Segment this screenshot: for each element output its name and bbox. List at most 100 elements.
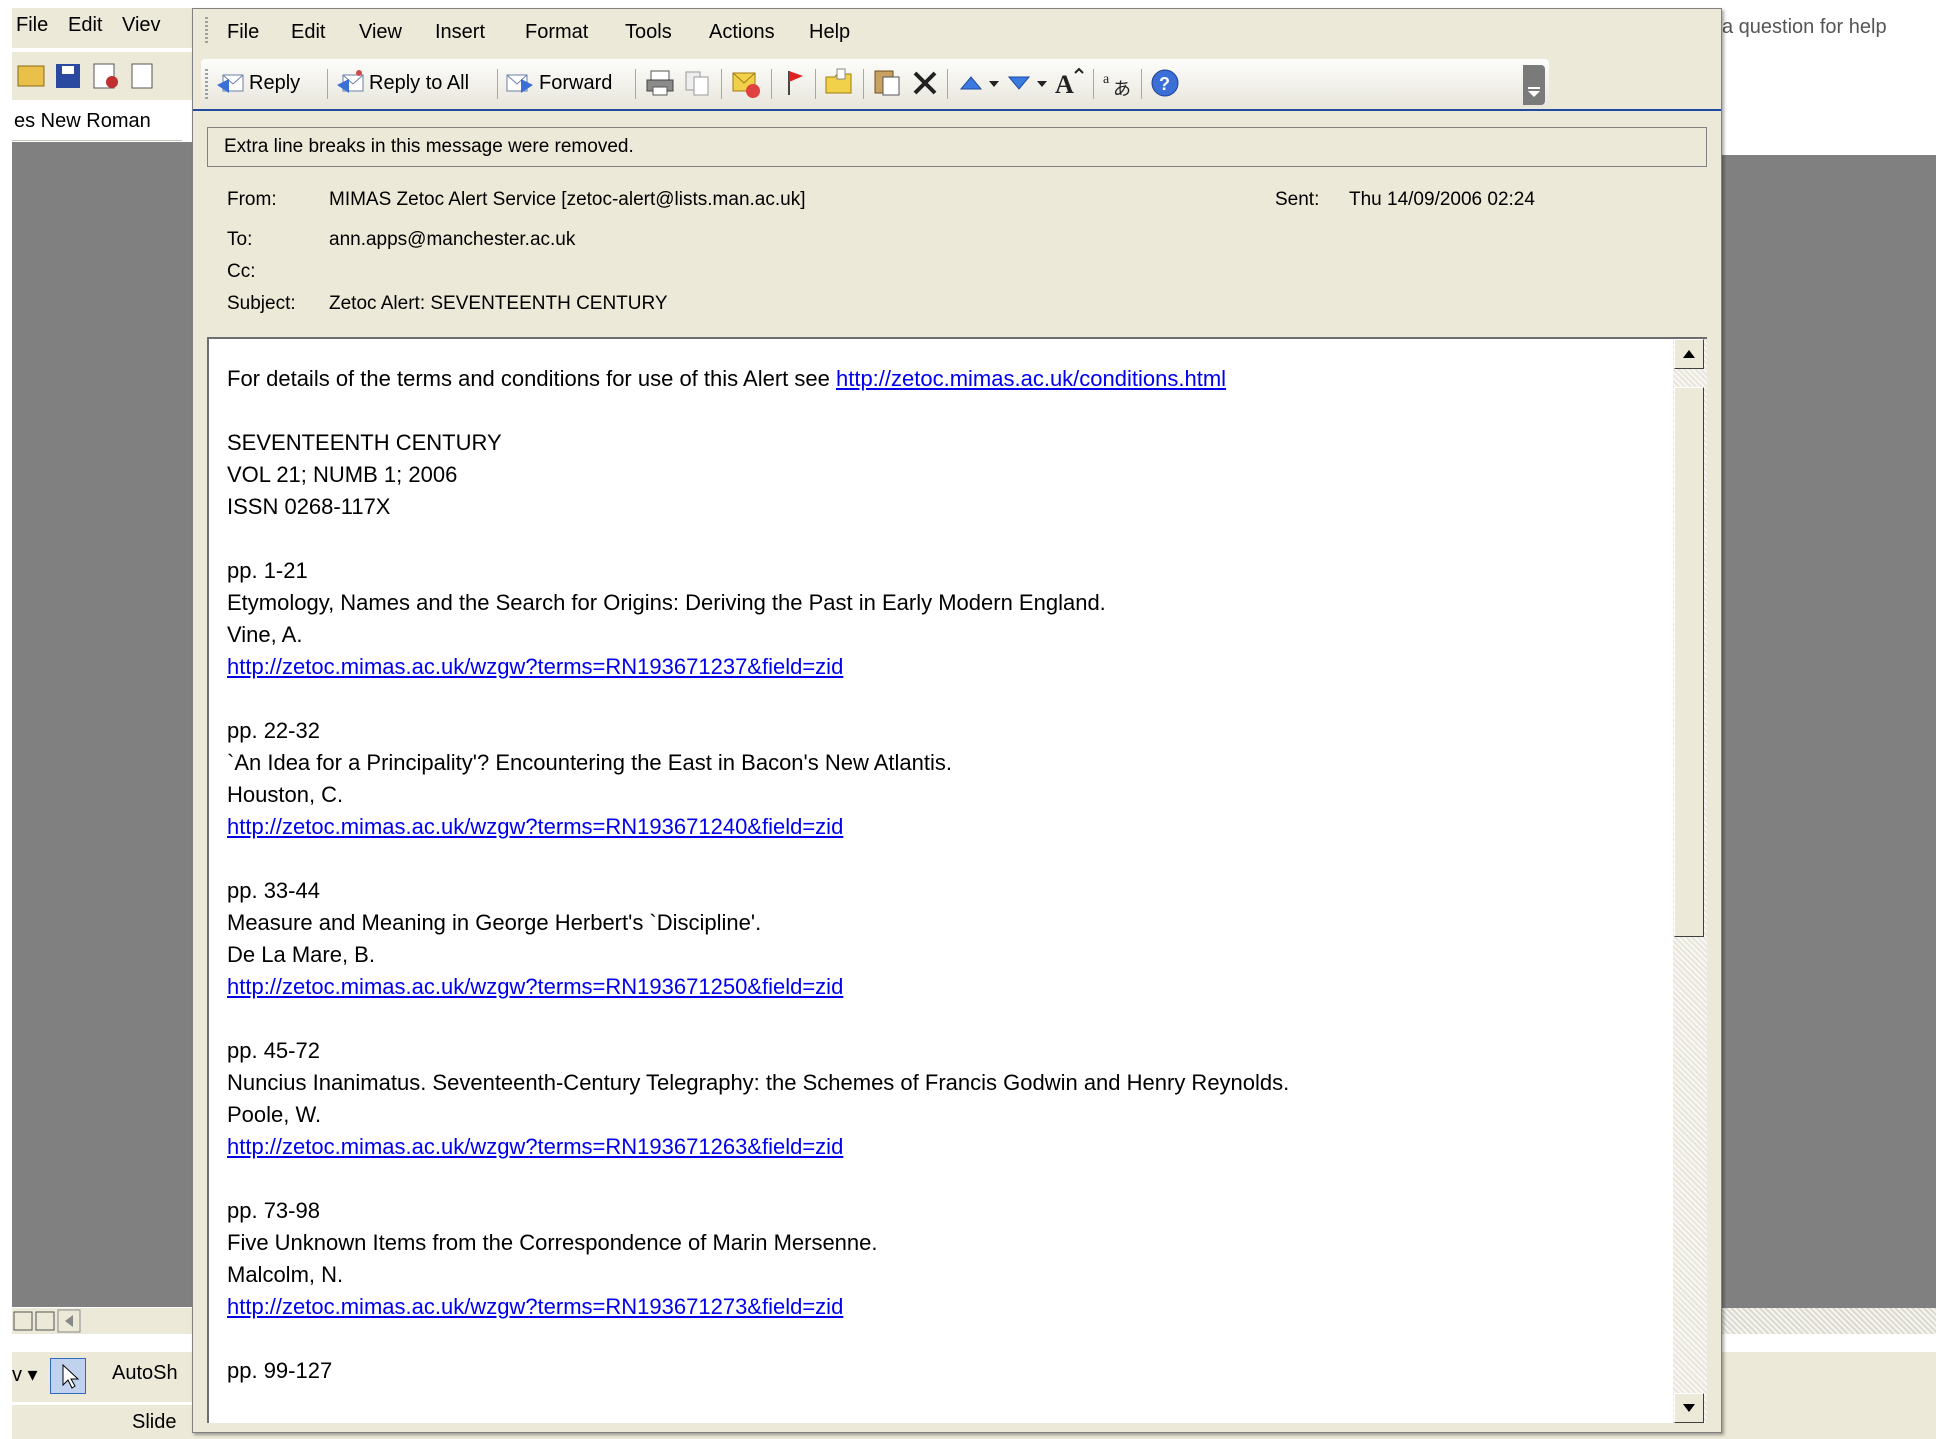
journal-volume: VOL 21; NUMB 1; 2006	[227, 462, 458, 487]
move-to-folder-icon[interactable]	[729, 67, 763, 99]
scroll-left-icon[interactable]	[57, 1309, 81, 1333]
select-objects-icon[interactable]	[50, 1358, 86, 1394]
article-link[interactable]: http://zetoc.mimas.ac.uk/wzgw?terms=RN19…	[227, 1294, 843, 1319]
view-buttons	[13, 1309, 81, 1333]
scroll-down-button[interactable]	[1674, 1393, 1704, 1423]
horizontal-scrollbar-track[interactable]	[1722, 1308, 1936, 1334]
chevron-down-icon[interactable]	[987, 73, 1001, 93]
info-bar-text: Extra line breaks in this message were r…	[224, 136, 634, 157]
from-value[interactable]: MIMAS Zetoc Alert Service [zetoc-alert@l…	[329, 189, 805, 211]
svg-text:あ: あ	[1113, 79, 1131, 99]
translate-icon[interactable]: a あ	[1101, 67, 1135, 99]
message-menubar: File Edit View Insert Format Tools Actio…	[193, 9, 1721, 53]
article-author: Houston, C.	[227, 782, 344, 807]
reply-icon	[217, 74, 244, 93]
toolbar-separator	[771, 69, 772, 99]
reply-all-icon	[337, 70, 364, 93]
delete-icon[interactable]	[909, 67, 941, 99]
toolbar-separator	[947, 69, 948, 99]
article-link[interactable]: http://zetoc.mimas.ac.uk/wzgw?terms=RN19…	[227, 974, 843, 999]
toolbar-separator	[863, 69, 864, 99]
menubar-grip[interactable]	[205, 17, 208, 43]
subject-label: Subject:	[227, 293, 296, 314]
menu-format[interactable]: Format	[525, 21, 588, 44]
print-icon[interactable]	[645, 69, 675, 97]
menu-view[interactable]: View	[359, 21, 402, 44]
article-author: De La Mare, B.	[227, 942, 375, 967]
info-bar[interactable]: Extra line breaks in this message were r…	[207, 127, 1707, 167]
print-preview-icon[interactable]	[93, 63, 118, 89]
article-link[interactable]: http://zetoc.mimas.ac.uk/wzgw?terms=RN19…	[227, 814, 843, 839]
article-title: Five Unknown Items from the Corresponden…	[227, 1230, 878, 1255]
message-toolbar: Reply Reply to All Forward A a あ ?	[201, 59, 1549, 107]
subject-value: Zetoc Alert: SEVENTEENTH CENTURY	[329, 293, 668, 314]
autoshapes-menu[interactable]: AutoSh	[112, 1362, 178, 1385]
journal-issn: ISSN 0268-117X	[227, 494, 391, 519]
help-search-box[interactable]: a question for help	[1722, 8, 1936, 48]
to-value[interactable]: ann.apps@manchester.ac.uk	[329, 229, 575, 251]
to-label: To:	[227, 229, 253, 250]
bg-menu-file[interactable]: File	[16, 14, 48, 37]
message-body[interactable]: For details of the terms and conditions …	[207, 337, 1707, 1423]
article-pages: pp. 99-127	[227, 1358, 333, 1383]
article-link[interactable]: http://zetoc.mimas.ac.uk/wzgw?terms=RN19…	[227, 1134, 843, 1159]
svg-text:a: a	[1103, 72, 1110, 87]
conditions-link[interactable]: http://zetoc.mimas.ac.uk/conditions.html	[836, 366, 1226, 391]
bg-menu-edit[interactable]: Edit	[68, 14, 102, 37]
previous-item-icon[interactable]	[957, 69, 987, 97]
toolbar-options-chevron[interactable]	[1523, 65, 1545, 105]
forward-button[interactable]: Forward	[505, 65, 612, 101]
drawing-toolbar: v ▾ AutoSh	[12, 1352, 202, 1402]
article-author: Vine, A.	[227, 622, 303, 647]
menu-actions[interactable]: Actions	[709, 21, 775, 44]
menu-file[interactable]: File	[227, 21, 259, 44]
article-pages: pp. 45-72	[227, 1038, 320, 1063]
article-title: `An Idea for a Principality'? Encounteri…	[227, 750, 953, 775]
reply-button[interactable]: Reply	[215, 65, 300, 101]
article-author: Malcolm, N.	[227, 1262, 344, 1287]
article-link[interactable]: http://zetoc.mimas.ac.uk/wzgw?terms=RN19…	[227, 654, 843, 679]
scroll-down-icon	[1683, 1404, 1695, 1412]
save-icon[interactable]	[56, 64, 80, 88]
open-icon[interactable]	[17, 65, 45, 87]
next-item-icon[interactable]	[1005, 69, 1035, 97]
menu-edit[interactable]: Edit	[291, 21, 325, 44]
draw-menu-tail[interactable]: v ▾	[12, 1362, 38, 1387]
flag-icon[interactable]	[779, 67, 809, 99]
sent-value: Thu 14/09/2006 02:24	[1349, 189, 1535, 210]
font-size-icon[interactable]: A	[1053, 67, 1087, 99]
forward-icon	[506, 74, 533, 93]
toolbar-grip[interactable]	[205, 69, 208, 99]
article-title: Nuncius Inanimatus. Seventeenth-Century …	[227, 1070, 1290, 1095]
menu-tools[interactable]: Tools	[625, 21, 672, 44]
slideshow-icon[interactable]	[35, 1311, 55, 1331]
vertical-scrollbar[interactable]	[1673, 339, 1707, 1423]
chevron-down-icon[interactable]	[1035, 73, 1049, 93]
bg-menu-view[interactable]: Viev	[122, 14, 161, 37]
help-icon[interactable]: ?	[1149, 67, 1181, 99]
paste-icon[interactable]	[871, 67, 905, 99]
scrollbar-thumb[interactable]	[1674, 387, 1704, 937]
article-title: Measure and Meaning in George Herbert's …	[227, 910, 762, 935]
copy-icon[interactable]	[683, 69, 713, 97]
menu-help[interactable]: Help	[809, 21, 850, 44]
toolbar-separator	[1141, 69, 1142, 99]
article-pages: pp. 33-44	[227, 878, 320, 903]
article-pages: pp. 22-32	[227, 718, 320, 743]
journal-title: SEVENTEENTH CENTURY	[227, 430, 502, 455]
reply-all-button[interactable]: Reply to All	[335, 65, 469, 101]
open-folder-icon[interactable]	[823, 67, 857, 99]
font-name-box[interactable]: es New Roman	[12, 104, 182, 141]
scroll-up-icon	[1683, 350, 1695, 358]
reply-label: Reply	[249, 71, 301, 94]
help-search-text: a question for help	[1722, 16, 1887, 38]
toolbar-separator	[721, 69, 722, 99]
slide-sorter-icon[interactable]	[13, 1311, 33, 1331]
scroll-up-button[interactable]	[1674, 339, 1704, 369]
menu-insert[interactable]: Insert	[435, 21, 485, 44]
research-icon[interactable]	[131, 63, 153, 89]
